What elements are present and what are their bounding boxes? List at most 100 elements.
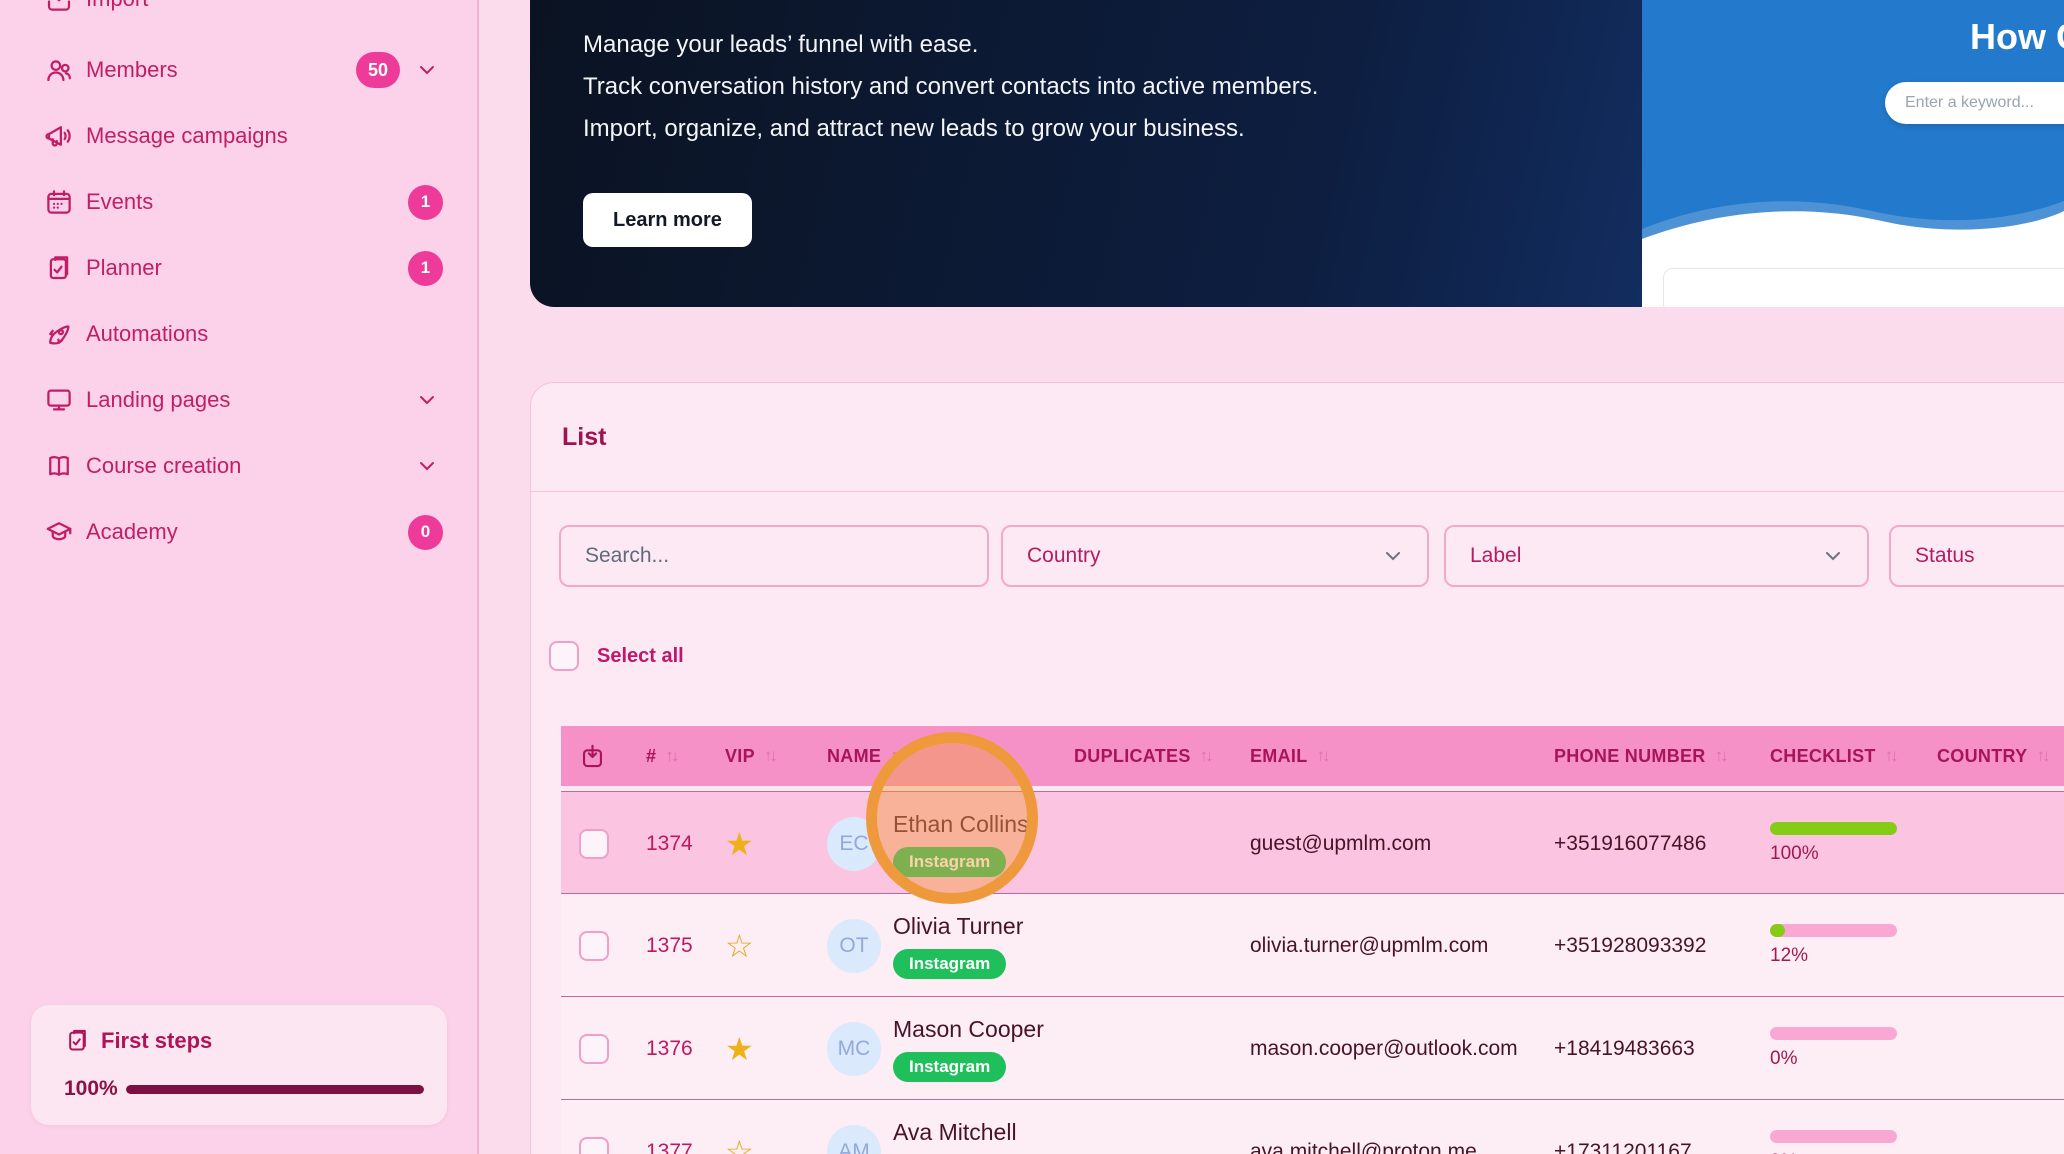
row-name-link[interactable]: Olivia Turner bbox=[893, 913, 1023, 940]
status-filter-dropdown[interactable]: Status bbox=[1889, 525, 2064, 587]
sort-arrows-icon[interactable]: ↑↓ bbox=[2036, 746, 2050, 766]
divider bbox=[531, 491, 2064, 492]
sidebar-item-landing-pages[interactable]: Landing pages bbox=[0, 367, 479, 433]
table-row: 1376 ★ MC Mason Cooper Instagram mason.c… bbox=[561, 997, 2064, 1100]
column-header-country[interactable]: COUNTRY ↑↓ bbox=[1937, 726, 2050, 786]
monitor-icon bbox=[44, 385, 74, 415]
vip-star-icon[interactable]: ☆ bbox=[725, 1136, 754, 1154]
preview-card bbox=[1663, 268, 2064, 307]
table-row: 1377 ☆ AM Ava Mitchell Instagram ava.mit… bbox=[561, 1100, 2064, 1154]
sort-arrows-icon[interactable]: ↑↓ bbox=[1885, 746, 1899, 766]
checklist-progress-label: 0% bbox=[1770, 1048, 1897, 1070]
chevron-down-icon bbox=[1381, 544, 1405, 568]
label-filter-dropdown[interactable]: Label bbox=[1444, 525, 1869, 587]
sidebar-item-label: Academy bbox=[86, 519, 178, 545]
avatar: OT bbox=[827, 919, 881, 973]
sort-arrows-icon[interactable]: ↑↓ bbox=[1715, 746, 1729, 766]
row-checkbox[interactable] bbox=[579, 1034, 609, 1064]
sidebar-item-message-campaigns[interactable]: Message campaigns bbox=[0, 103, 479, 169]
chevron-down-icon[interactable] bbox=[415, 454, 439, 478]
column-header-email[interactable]: EMAIL↑↓ bbox=[1250, 726, 1331, 786]
country-filter-label: Country bbox=[1027, 544, 1381, 568]
banner-line: Track conversation history and convert c… bbox=[583, 66, 1318, 108]
row-checkbox[interactable] bbox=[579, 931, 609, 961]
export-icon[interactable] bbox=[579, 726, 606, 786]
checklist-progress-bar bbox=[1770, 924, 1897, 937]
sort-arrows-icon[interactable]: ↑↓ bbox=[764, 746, 778, 766]
source-badge: Instagram bbox=[893, 949, 1006, 979]
members-icon bbox=[44, 55, 74, 85]
row-phone: +351928093392 bbox=[1554, 934, 1706, 958]
graduation-cap-icon bbox=[44, 517, 74, 547]
checklist-progress-label: 12% bbox=[1770, 945, 1897, 967]
status-filter-label: Status bbox=[1915, 544, 2064, 568]
sidebar-item-label: Events bbox=[86, 189, 153, 215]
sort-arrows-icon[interactable]: ↑↓ bbox=[1200, 746, 1214, 766]
checklist-progress-bar bbox=[1770, 1027, 1897, 1040]
avatar: EC bbox=[827, 817, 881, 871]
calendar-icon bbox=[44, 187, 74, 217]
sort-arrows-icon[interactable]: ↑↓ bbox=[890, 746, 904, 766]
vip-star-icon[interactable]: ☆ bbox=[725, 930, 754, 962]
sidebar-item-label: Planner bbox=[86, 255, 162, 281]
sidebar-item-events[interactable]: Events 1 bbox=[0, 169, 479, 235]
sidebar-item-planner[interactable]: Planner 1 bbox=[0, 235, 479, 301]
search-field bbox=[559, 525, 989, 587]
column-header-label: # bbox=[646, 746, 656, 767]
column-header-label: DUPLICATES bbox=[1074, 746, 1191, 767]
megaphone-icon bbox=[44, 121, 74, 151]
vip-star-icon[interactable]: ★ bbox=[725, 1033, 754, 1065]
column-header-phone-number[interactable]: PHONE NUMBER↑↓ bbox=[1554, 726, 1729, 786]
vip-star-icon[interactable]: ★ bbox=[725, 828, 754, 860]
row-email: mason.cooper@outlook.com bbox=[1250, 1037, 1518, 1061]
avatar: MC bbox=[827, 1022, 881, 1076]
chevron-down-icon[interactable] bbox=[415, 58, 439, 82]
row-email: ava.mitchell@proton.me bbox=[1250, 1140, 1477, 1154]
sidebar-item-label: Automations bbox=[86, 321, 208, 347]
sort-arrows-icon[interactable]: ↑↓ bbox=[665, 746, 679, 766]
column-header-label: VIP bbox=[725, 746, 755, 767]
chevron-down-icon[interactable] bbox=[415, 388, 439, 412]
sidebar: Import Members 50 Message campaigns Even… bbox=[0, 0, 479, 1154]
row-name-link[interactable]: Mason Cooper bbox=[893, 1016, 1044, 1043]
column-header-duplicates[interactable]: DUPLICATES ↑↓ bbox=[1074, 726, 1214, 786]
checklist-progress-label: 100% bbox=[1770, 843, 1897, 865]
row-phone: +18419483663 bbox=[1554, 1037, 1695, 1061]
first-steps-card[interactable]: First steps 100% bbox=[31, 1005, 447, 1125]
sidebar-item-label: Course creation bbox=[86, 453, 241, 479]
sidebar-item-automations[interactable]: Automations bbox=[0, 301, 479, 367]
banner-text: Manage your leads’ funnel with ease. Tra… bbox=[583, 24, 1318, 150]
column-header-checklist[interactable]: CHECKLIST↑↓ bbox=[1770, 726, 1899, 786]
row-name-link[interactable]: Ethan Collins bbox=[893, 811, 1029, 838]
checklist-progress-bar bbox=[1770, 1130, 1897, 1143]
sidebar-item-course-creation[interactable]: Course creation bbox=[0, 433, 479, 499]
row-checkbox[interactable] bbox=[579, 829, 609, 859]
banner-line: Manage your leads’ funnel with ease. bbox=[583, 24, 1318, 66]
source-badge: Instagram bbox=[893, 847, 1006, 877]
column-header-name[interactable]: NAME↑↓ bbox=[827, 726, 904, 786]
promo-banner: Manage your leads’ funnel with ease. Tra… bbox=[530, 0, 2064, 307]
sidebar-item-label: Landing pages bbox=[86, 387, 230, 413]
sort-arrows-icon[interactable]: ↑↓ bbox=[1317, 746, 1331, 766]
first-steps-progress-label: 100% bbox=[64, 1077, 126, 1101]
learn-more-button[interactable]: Learn more bbox=[583, 193, 752, 247]
sidebar-item-import[interactable]: Import bbox=[0, 0, 479, 32]
country-filter-dropdown[interactable]: Country bbox=[1001, 525, 1429, 587]
row-checkbox[interactable] bbox=[579, 1137, 609, 1154]
rocket-icon bbox=[44, 319, 74, 349]
sidebar-item-academy[interactable]: Academy 0 bbox=[0, 499, 479, 565]
list-card: List Country Label Status Select all #↑↓… bbox=[530, 382, 2064, 1154]
row-name-link[interactable]: Ava Mitchell bbox=[893, 1119, 1017, 1146]
count-badge: 1 bbox=[408, 251, 443, 286]
row-email: olivia.turner@upmlm.com bbox=[1250, 934, 1488, 958]
row-id: 1376 bbox=[646, 1037, 693, 1061]
search-input[interactable] bbox=[585, 544, 963, 568]
column-header-label: COUNTRY bbox=[1937, 746, 2027, 767]
preview-heading: How C bbox=[1970, 16, 2064, 58]
table-row: 1374 ★ EC Ethan Collins Instagram guest@… bbox=[561, 791, 2064, 894]
table-row: 1375 ☆ OT Olivia Turner Instagram olivia… bbox=[561, 894, 2064, 997]
select-all-checkbox[interactable] bbox=[549, 641, 579, 671]
column-header-vip[interactable]: VIP ↑↓ bbox=[725, 726, 778, 786]
column-header-#[interactable]: # ↑↓ bbox=[646, 726, 679, 786]
sidebar-item-members[interactable]: Members 50 bbox=[0, 37, 479, 103]
